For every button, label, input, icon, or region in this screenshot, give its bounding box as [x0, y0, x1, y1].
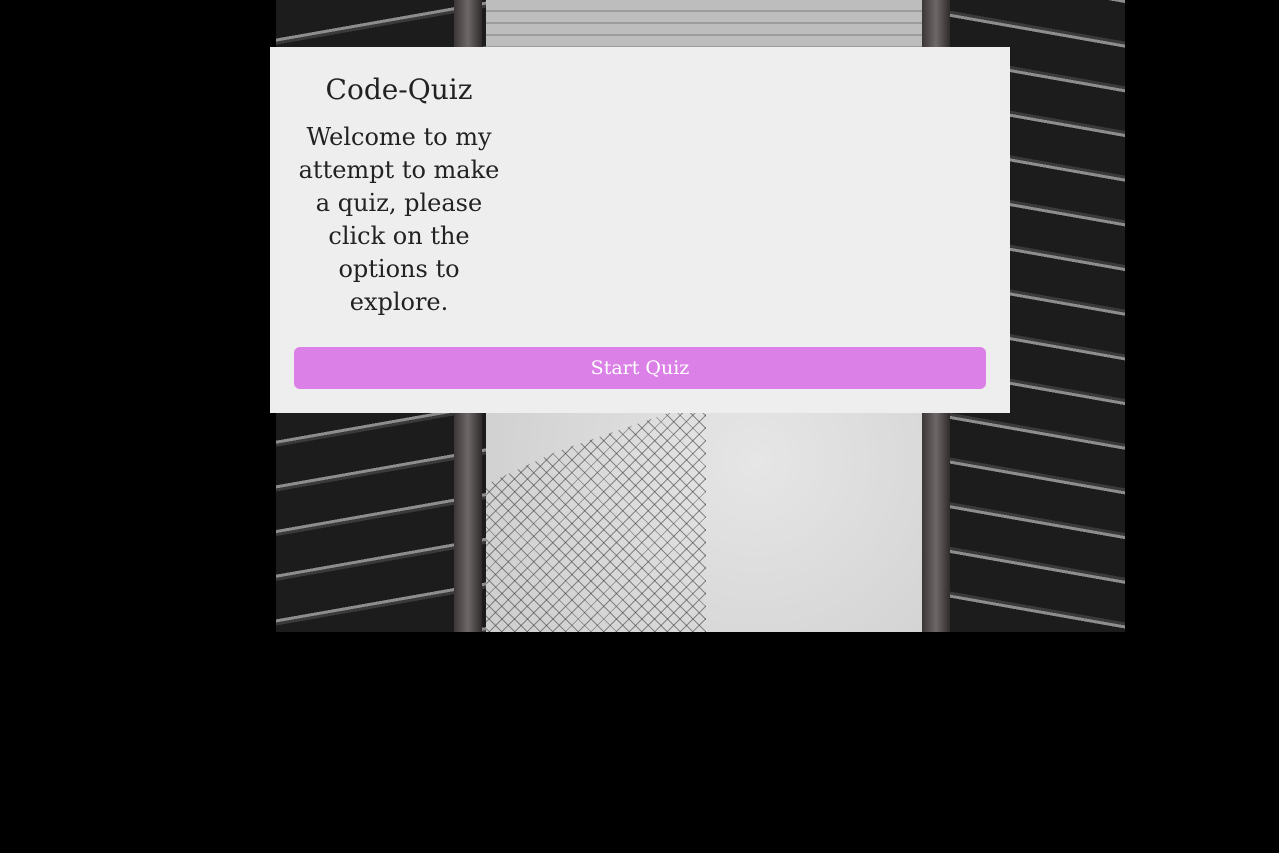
page-title: Code-Quiz	[325, 73, 473, 106]
quiz-card: Code-Quiz Welcome to my attempt to make …	[270, 47, 1010, 413]
start-quiz-button[interactable]: Start Quiz	[294, 347, 986, 389]
welcome-text: Welcome to my attempt to make a quiz, pl…	[298, 123, 500, 316]
intro-section: Code-Quiz Welcome to my attempt to make …	[294, 67, 504, 319]
